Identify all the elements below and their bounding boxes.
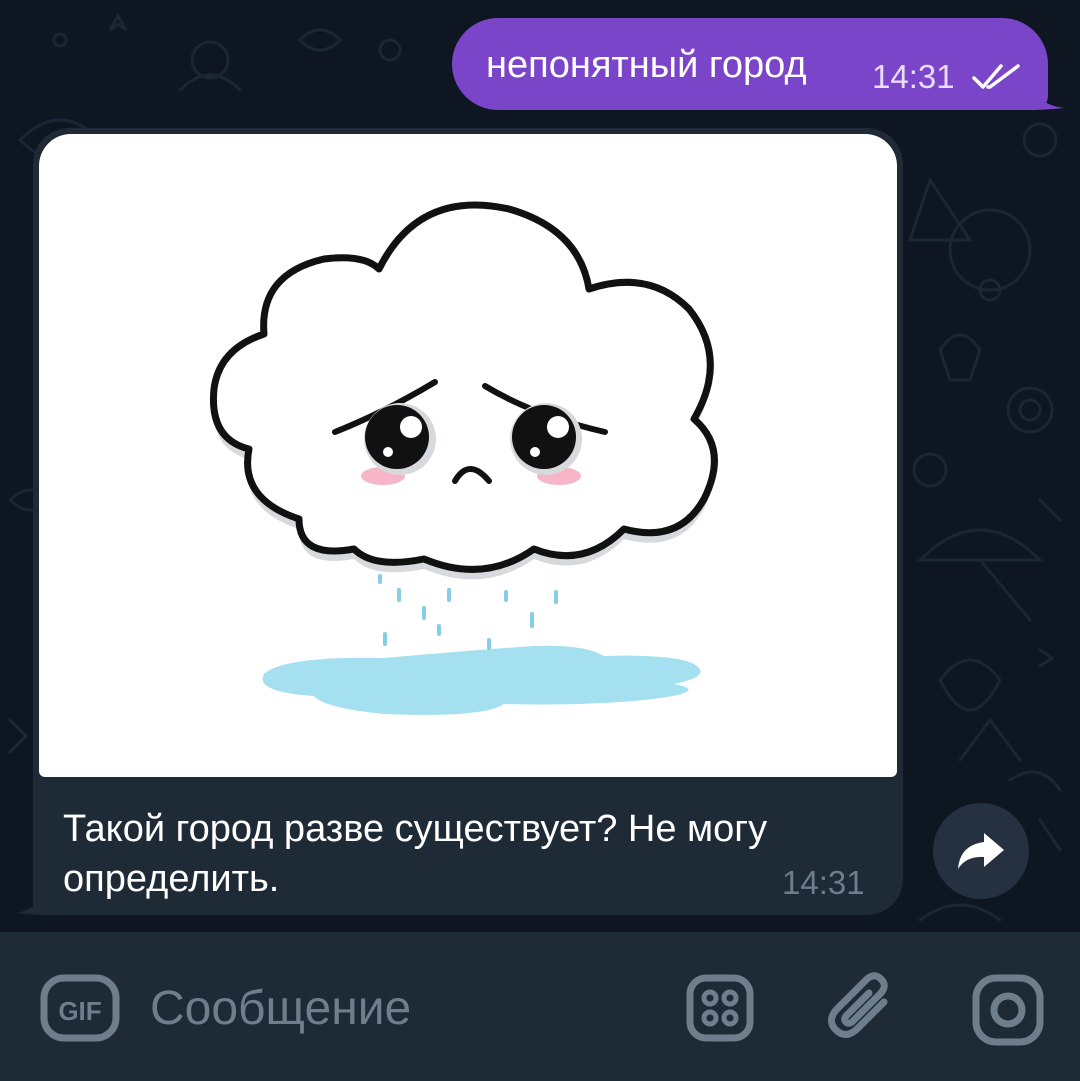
double-check-icon xyxy=(972,64,1020,89)
rain-drops xyxy=(378,574,558,650)
forward-button[interactable] xyxy=(933,803,1029,899)
left-eye xyxy=(364,403,436,475)
sad-cloud-sticker[interactable] xyxy=(39,134,897,777)
right-eye xyxy=(510,403,582,475)
outgoing-message-bubble[interactable]: непонятный город 14:31 xyxy=(452,18,1048,110)
camera-circle-icon[interactable] xyxy=(972,974,1044,1046)
outgoing-message-time: 14:31 xyxy=(872,58,955,95)
incoming-message-text: Такой город разве существует? Не могу оп… xyxy=(63,808,768,900)
incoming-message-bubble[interactable]: Такой город разве существует? Не могу оп… xyxy=(33,128,903,915)
outgoing-message-text: непонятный город xyxy=(486,44,807,86)
outgoing-bubble-tail xyxy=(1030,80,1064,110)
forward-arrow-icon xyxy=(958,833,1004,869)
gif-label: GIF xyxy=(58,996,101,1026)
cloud-body xyxy=(209,201,718,573)
paperclip-icon[interactable] xyxy=(828,972,898,1044)
gif-button[interactable]: GIF xyxy=(40,974,120,1042)
sad-rain-cloud-image xyxy=(209,201,718,715)
sticker-grid-icon[interactable] xyxy=(686,974,754,1042)
incoming-message-time: 14:31 xyxy=(782,864,865,901)
puddle-shape xyxy=(262,645,701,715)
message-input[interactable] xyxy=(150,978,650,1038)
